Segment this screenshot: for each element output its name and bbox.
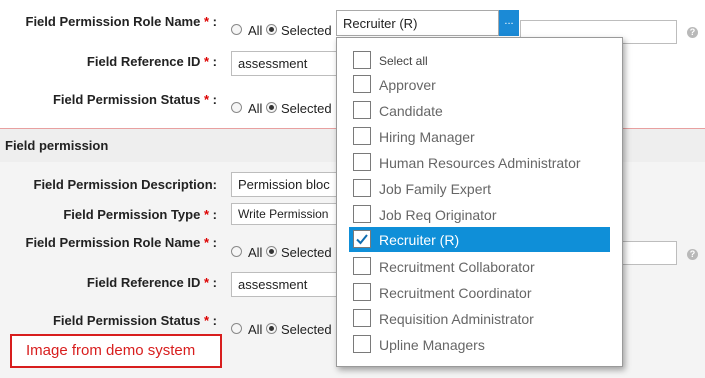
checkbox[interactable] (353, 51, 371, 69)
checkbox[interactable] (353, 127, 371, 145)
help-icon-2[interactable]: ? (687, 249, 698, 260)
option-candidate[interactable]: Candidate (349, 98, 610, 123)
status-label: Field Permission Status * : (52, 92, 217, 107)
ref-id-label-2: Field Reference ID * : (86, 275, 217, 290)
checkbox[interactable] (353, 153, 371, 171)
option-label: Recruitment Collaborator (379, 259, 535, 275)
role-selected-radio-2[interactable] (266, 246, 277, 257)
status-selected-label: Selected (281, 101, 332, 116)
option-label: Recruiter (R) (379, 232, 460, 248)
option-job-family-expert[interactable]: Job Family Expert (349, 176, 610, 201)
ref-id-input-2[interactable]: assessment (231, 272, 341, 297)
type-select[interactable]: Write Permission (231, 203, 341, 225)
option-select-all[interactable]: Select all (349, 48, 610, 73)
option-recruiter[interactable]: Recruiter (R) (349, 227, 610, 252)
option-upline-managers[interactable]: Upline Managers (349, 332, 610, 357)
option-label: Hiring Manager (379, 129, 475, 145)
option-approver[interactable]: Approver (349, 72, 610, 97)
role-browse-button[interactable]: ... (499, 10, 519, 36)
demo-watermark: Image from demo system (10, 334, 222, 368)
checkbox[interactable] (353, 283, 371, 301)
role-all-radio-2[interactable] (231, 246, 242, 257)
option-label: Human Resources Administrator (379, 155, 581, 171)
option-label: Upline Managers (379, 337, 485, 353)
status-all-radio[interactable] (231, 102, 242, 113)
ref-id-label: Field Reference ID * : (86, 54, 217, 69)
option-label: Approver (379, 77, 436, 93)
option-recruitment-coordinator[interactable]: Recruitment Coordinator (349, 280, 610, 305)
role-name-label: Field Permission Role Name * : (25, 14, 218, 29)
role-all-label: All (248, 23, 263, 38)
role-name-label-2: Field Permission Role Name * : (25, 235, 218, 250)
option-requisition-administrator[interactable]: Requisition Administrator (349, 306, 610, 331)
role-all-radio[interactable] (231, 24, 242, 35)
status-all-radio-2[interactable] (231, 323, 242, 334)
role-selected-label: Selected (281, 23, 332, 38)
type-label: Field Permission Type * : (63, 207, 217, 222)
checkbox[interactable] (353, 75, 371, 93)
option-label: Select all (379, 54, 428, 68)
checkbox[interactable] (353, 257, 371, 275)
desc-label: Field Permission Description: (33, 177, 218, 192)
section-title: Field permission (5, 138, 109, 153)
option-label: Candidate (379, 103, 443, 119)
option-recruitment-collaborator[interactable]: Recruitment Collaborator (349, 254, 610, 279)
desc-input[interactable]: Permission bloc (231, 172, 341, 197)
checkbox[interactable] (353, 205, 371, 223)
role-selected-label-2: Selected (281, 245, 332, 260)
ref-id-input[interactable]: assessment (231, 51, 341, 76)
status-selected-label-2: Selected (281, 322, 332, 337)
option-job-req-originator[interactable]: Job Req Originator (349, 202, 610, 227)
role-dropdown-list[interactable]: Select all Approver Candidate Hiring Man… (336, 37, 623, 367)
checkbox[interactable] (353, 101, 371, 119)
status-selected-radio[interactable] (266, 102, 277, 113)
option-label: Job Req Originator (379, 207, 497, 223)
help-icon[interactable]: ? (687, 27, 698, 38)
status-all-label-2: All (248, 322, 263, 337)
option-label: Requisition Administrator (379, 311, 534, 327)
status-selected-radio-2[interactable] (266, 323, 277, 334)
checkbox[interactable] (353, 179, 371, 197)
role-multiselect[interactable]: Recruiter (R) (336, 10, 499, 36)
checkbox[interactable] (353, 309, 371, 327)
option-label: Recruitment Coordinator (379, 285, 532, 301)
option-label: Job Family Expert (379, 181, 492, 197)
status-label-2: Field Permission Status * : (52, 313, 217, 328)
checkbox[interactable] (353, 335, 371, 353)
role-all-label-2: All (248, 245, 263, 260)
status-all-label: All (248, 101, 263, 116)
checkbox-checked[interactable] (353, 230, 371, 248)
option-hiring-manager[interactable]: Hiring Manager (349, 124, 610, 149)
option-hr-administrator[interactable]: Human Resources Administrator (349, 150, 610, 175)
role-selected-radio[interactable] (266, 24, 277, 35)
checkmark-icon (356, 234, 368, 245)
